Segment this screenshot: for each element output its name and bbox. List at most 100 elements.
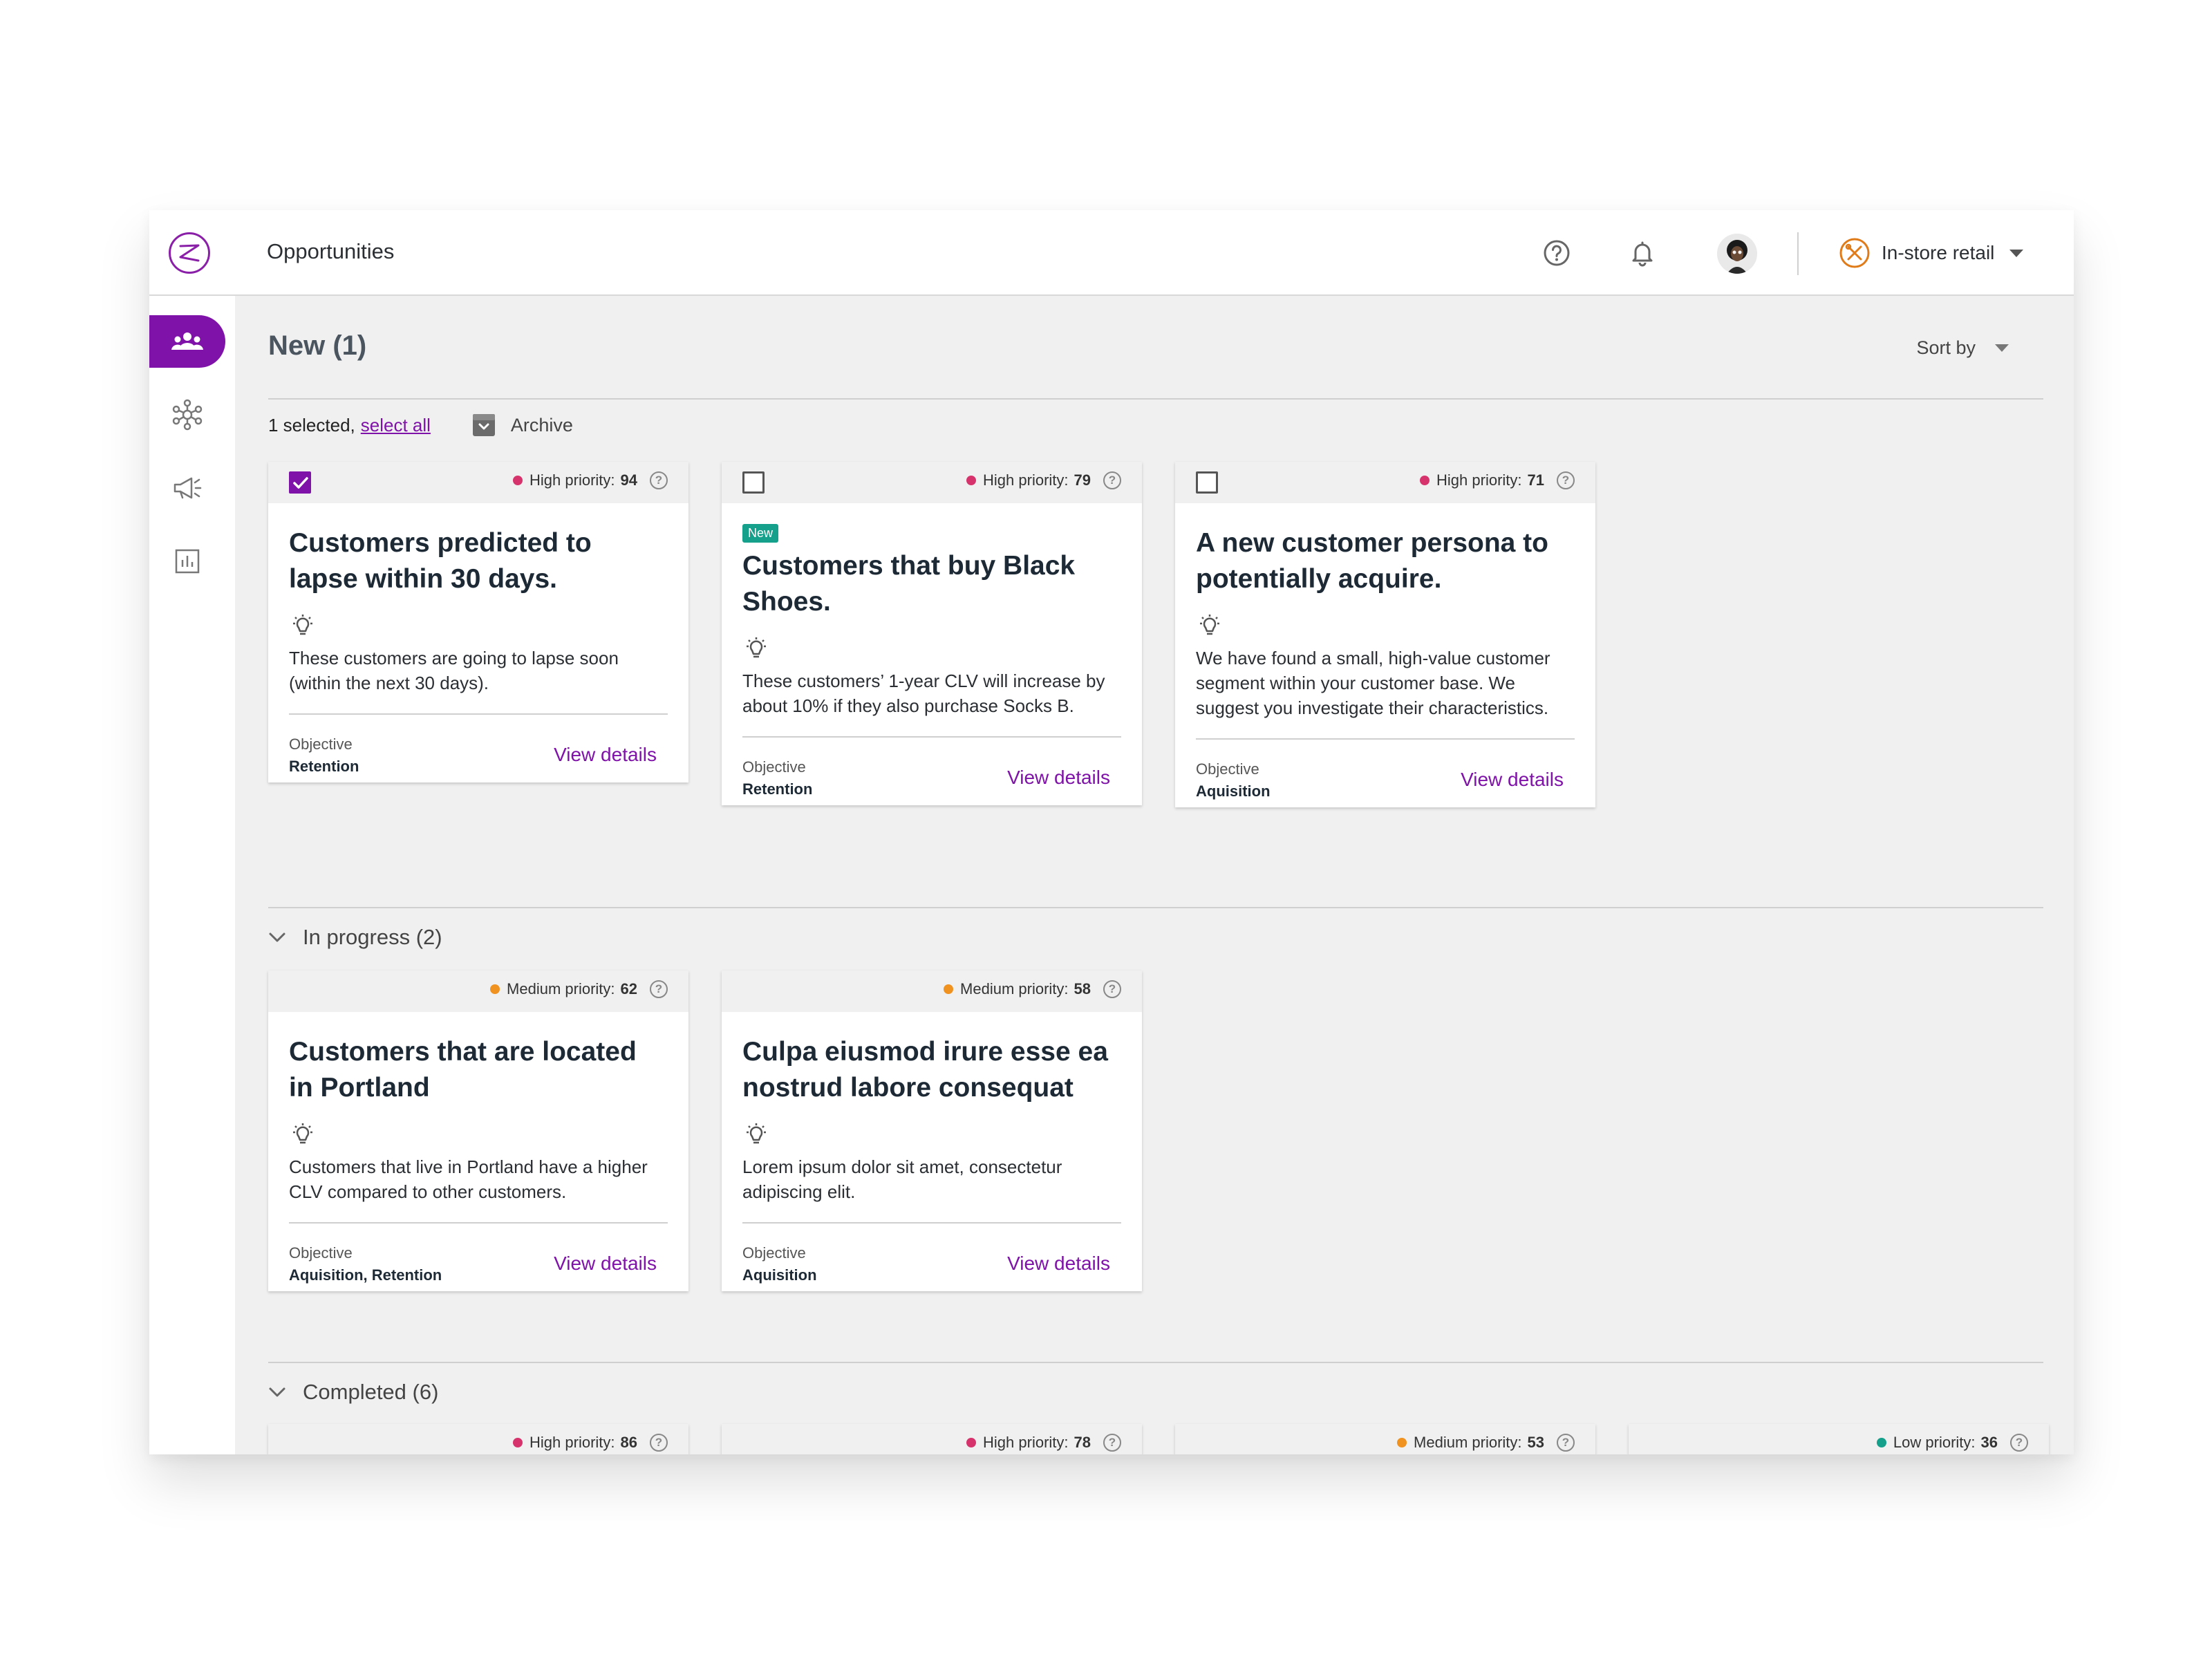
section-divider [268,398,2043,400]
objective-value: Retention [742,780,813,798]
help-icon[interactable]: ? [1103,471,1121,489]
view-details-link[interactable]: View details [1007,1253,1110,1275]
help-icon[interactable]: ? [1557,1434,1575,1452]
priority-dot [490,984,500,994]
view-details-link[interactable]: View details [1007,767,1110,789]
opportunity-card[interactable]: High priority: 78 ? [722,1424,1142,1454]
card-description: These customers are going to lapse soon … [289,648,619,693]
archive-button[interactable]: Archive [472,413,573,437]
card-header: Low priority: 36 ? [1629,1424,2049,1454]
section-title-new: New (1) [268,330,367,361]
priority-dot [1397,1438,1407,1447]
priority-dot [1420,476,1430,485]
card-title: Customers that are located in Portland [289,1037,637,1103]
priority-label: Medium priority: [507,980,615,997]
view-details-link[interactable]: View details [1461,769,1564,791]
view-details-link[interactable]: View details [554,744,657,766]
selection-bar: 1 selected, select all Archive [268,413,573,437]
chevron-down-icon [269,1387,285,1397]
section-header-completed[interactable]: Completed (6) [268,1380,438,1405]
opportunity-card[interactable]: High priority: 79 ? New Customers that b… [722,462,1142,805]
card-checkbox[interactable] [289,471,311,494]
priority-label: Low priority: [1893,1434,1976,1451]
help-icon[interactable]: ? [1103,1434,1121,1452]
lightbulb-icon [293,1123,312,1144]
section-divider [268,907,2043,908]
priority-score: 36 [1980,1434,1998,1451]
help-icon[interactable]: ? [1103,980,1121,998]
top-bar: Opportunities In-store retail [149,210,2074,296]
priority-indicator: Medium priority: 58 ? [944,980,1121,998]
priority-indicator: High priority: 86 ? [513,1434,668,1452]
objective-value: Aquisition, Retention [289,1266,442,1284]
help-icon[interactable]: ? [650,471,668,489]
help-icon[interactable]: ? [650,1434,668,1452]
card-checkbox[interactable] [1196,471,1218,494]
objective-label: Objective [1196,760,1259,778]
card-header: High priority: 79 ? [722,462,1142,503]
priority-score: 86 [620,1434,637,1451]
chevron-down-icon [1995,344,2009,352]
view-details-link[interactable]: View details [554,1253,657,1275]
priority-score: 53 [1527,1434,1544,1451]
lightbulb-icon [747,1123,766,1144]
card-title: Customers that buy Black Shoes. [742,551,1076,617]
sort-by-dropdown[interactable]: Sort by [1916,337,2009,359]
megaphone-icon [174,477,202,499]
sort-by-label: Sort by [1916,337,1976,358]
opportunity-card[interactable]: High priority: 86 ? [268,1424,688,1454]
section-header-in-progress[interactable]: In progress (2) [268,925,442,950]
sidebar-item-reports[interactable] [149,535,225,588]
objective-label: Objective [742,1244,806,1262]
help-icon[interactable] [1540,236,1573,270]
opportunity-card[interactable]: Low priority: 36 ? [1629,1424,2049,1454]
priority-indicator: High priority: 79 ? [966,471,1121,489]
user-avatar[interactable] [1717,234,1757,274]
opportunity-card[interactable]: High priority: 71 ? A new customer perso… [1175,462,1595,807]
card-title: A new customer persona to potentially ac… [1196,528,1548,594]
card-title: Culpa eiusmod irure esse ea nostrud labo… [742,1037,1108,1103]
app-logo[interactable] [169,232,210,274]
priority-indicator: Medium priority: 62 ? [490,980,668,998]
opportunity-card[interactable]: Medium priority: 58 ? Culpa eiusmod irur… [722,971,1142,1291]
help-icon[interactable]: ? [1557,471,1575,489]
priority-dot [1876,1438,1886,1447]
main-content: New (1) Sort by 1 selected, select all A… [235,296,2074,1454]
card-description: Customers that live in Portland have a h… [289,1156,648,1202]
archive-label: Archive [510,414,573,435]
objective-value: Aquisition [742,1266,817,1284]
people-icon [171,332,203,350]
help-icon[interactable]: ? [2010,1434,2028,1452]
chevron-down-icon [269,932,285,942]
sidebar [149,296,235,1454]
opportunity-card[interactable]: Medium priority: 53 ? [1175,1424,1595,1454]
card-description: These customers’ 1-year CLV will increas… [742,671,1105,716]
help-icon[interactable]: ? [650,980,668,998]
card-header: High priority: 94 ? [268,462,688,503]
priority-score: 71 [1527,471,1544,489]
lightbulb-icon [747,637,766,658]
new-badge: New [742,524,779,543]
archive-icon [472,414,495,436]
bell-icon[interactable] [1626,236,1659,270]
priority-dot [944,984,954,994]
store-selector[interactable]: In-store retail [1839,235,2024,271]
app-window: Opportunities In-store retail New (1) So… [149,210,2074,1454]
priority-label: High priority: [983,471,1069,489]
select-all-link[interactable]: select all [361,415,431,436]
section-title-in-progress: In progress (2) [303,925,442,949]
opportunity-card[interactable]: High priority: 94 ? Customers predicted … [268,462,688,782]
priority-dot [513,1438,523,1447]
priority-label: High priority: [1436,471,1522,489]
lightbulb-icon [293,615,312,635]
card-checkbox[interactable] [742,471,765,494]
card-description: Lorem ipsum dolor sit amet, consectetur … [742,1156,1062,1202]
priority-label: High priority: [529,1434,615,1451]
priority-indicator: High priority: 78 ? [966,1434,1121,1452]
priority-label: High priority: [529,471,615,489]
opportunity-card[interactable]: Medium priority: 62 ? Customers that are… [268,971,688,1291]
sidebar-item-audiences[interactable] [149,315,225,368]
sidebar-item-campaigns[interactable] [149,462,225,514]
sidebar-item-network[interactable] [149,388,225,441]
priority-indicator: Low priority: 36 ? [1876,1434,2028,1452]
